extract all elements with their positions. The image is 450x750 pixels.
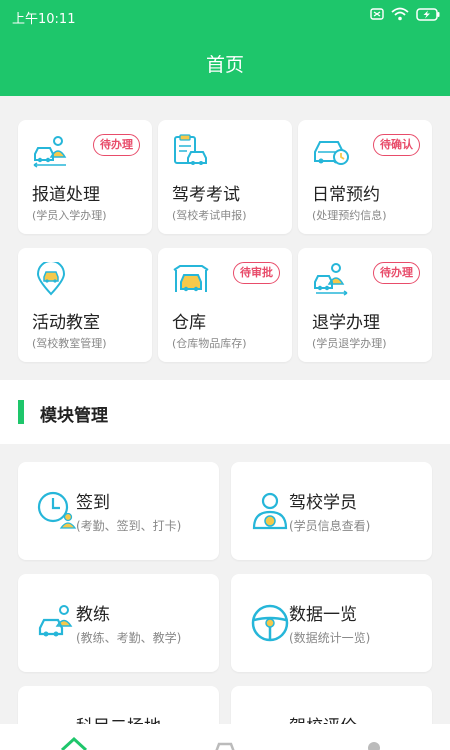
status-badge: 待办理 — [93, 134, 140, 156]
battery-charging-icon — [416, 7, 440, 21]
card-warehouse[interactable]: 待审批 仓库 (仓库物品库存) — [158, 248, 292, 362]
module-title: 数据一览 — [289, 605, 357, 625]
card-title: 日常预约 — [312, 185, 380, 205]
section-title: 模块管理 — [40, 406, 108, 426]
location-car-icon — [36, 262, 66, 296]
tab-car-icon[interactable] — [211, 736, 239, 750]
header: 首页 — [0, 34, 450, 96]
card-title: 活动教室 — [32, 313, 100, 333]
module-data[interactable]: 数据一览 (数据统计一览) — [231, 574, 432, 672]
module-subtitle: (教练、考勤、教学) — [76, 631, 182, 645]
module-section-header: 模块管理 — [0, 380, 450, 444]
status-icons — [370, 7, 440, 21]
card-subtitle: (学员退学办理) — [312, 337, 387, 350]
student-exit-icon — [314, 263, 348, 296]
bottom-tab-bar — [0, 724, 450, 750]
coach-car-icon — [38, 605, 73, 637]
card-subtitle: (驾校考试申报) — [172, 209, 247, 222]
driver-icon — [252, 492, 288, 530]
card-classroom[interactable]: 活动教室 (驾校教室管理) — [18, 248, 152, 362]
status-badge: 待审批 — [233, 262, 280, 284]
module-title: 签到 — [76, 493, 110, 513]
steering-wheel-icon — [251, 604, 289, 642]
status-badge: 待办理 — [373, 262, 420, 284]
page-title: 首页 — [205, 54, 244, 76]
tab-profile-icon[interactable] — [360, 736, 388, 750]
student-car-icon — [33, 136, 67, 168]
tab-home-icon[interactable] — [60, 736, 88, 750]
notification-muted-icon — [370, 8, 384, 20]
card-subtitle: (驾校教室管理) — [32, 337, 107, 350]
status-badge: 待确认 — [373, 134, 420, 156]
card-exam[interactable]: 驾考考试 (驾校考试申报) — [158, 120, 292, 234]
module-subtitle: (学员信息查看) — [289, 519, 371, 533]
module-coach[interactable]: 教练 (教练、考勤、教学) — [18, 574, 219, 672]
wifi-icon — [391, 7, 409, 21]
status-time: 上午10:11 — [12, 12, 76, 27]
card-title: 退学办理 — [312, 313, 380, 333]
module-cards: 签到 (考勤、签到、打卡) 驾校学员 (学员信息查看) 教练 (教练、考勤、教学… — [18, 462, 432, 750]
card-subtitle: (处理预约信息) — [312, 209, 387, 222]
module-students[interactable]: 驾校学员 (学员信息查看) — [231, 462, 432, 560]
garage-car-icon — [173, 265, 209, 292]
clock-user-icon — [37, 491, 77, 529]
status-bar: 上午10:11 — [0, 0, 450, 34]
card-subtitle: (仓库物品库存) — [172, 337, 247, 350]
card-appointment[interactable]: 待确认 日常预约 (处理预约信息) — [298, 120, 432, 234]
card-subtitle: (学员入学办理) — [32, 209, 107, 222]
card-title: 仓库 — [172, 313, 206, 333]
module-title: 教练 — [76, 605, 110, 625]
card-title: 报道处理 — [32, 185, 100, 205]
car-clock-icon — [314, 141, 349, 165]
section-accent-bar — [18, 400, 24, 424]
card-title: 驾考考试 — [172, 185, 240, 205]
task-cards: 待办理 报道处理 (学员入学办理) 驾考考试 (驾校考试申报) 待确认 日常预约… — [18, 120, 432, 362]
module-title: 驾校学员 — [289, 493, 357, 513]
card-withdraw[interactable]: 待办理 退学办理 (学员退学办理) — [298, 248, 432, 362]
card-report[interactable]: 待办理 报道处理 (学员入学办理) — [18, 120, 152, 234]
clipboard-car-icon — [174, 134, 207, 165]
module-subtitle: (考勤、签到、打卡) — [76, 519, 182, 533]
module-checkin[interactable]: 签到 (考勤、签到、打卡) — [18, 462, 219, 560]
module-subtitle: (数据统计一览) — [289, 631, 371, 645]
